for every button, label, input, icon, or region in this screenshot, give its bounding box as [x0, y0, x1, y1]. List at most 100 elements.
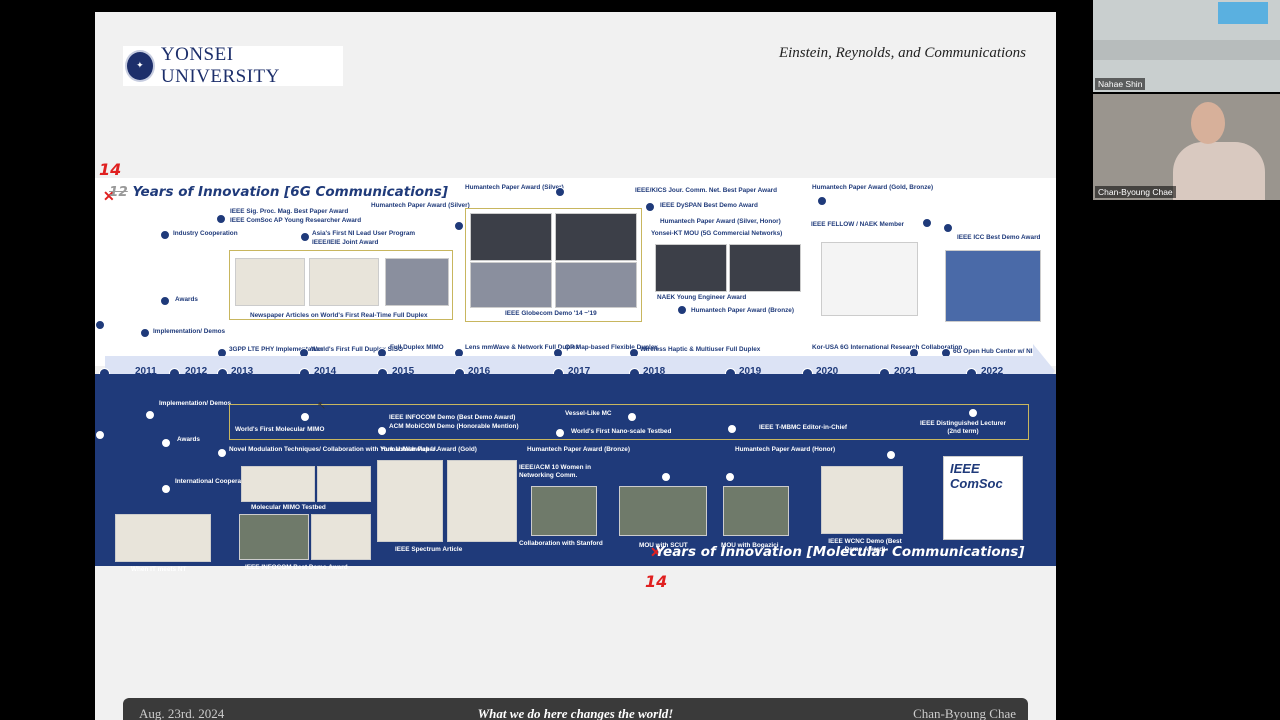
newspaper-image: [309, 258, 379, 306]
item-label: IEEE T-MBMC Editor-in-Chief: [759, 424, 848, 431]
spectrum-article: [377, 460, 443, 542]
item-label: IEEE INFOCOM Demo (Best Demo Award): [389, 414, 516, 421]
award-label: Humantech Paper Award (Silver): [371, 202, 470, 209]
stanford-photo: [531, 486, 597, 536]
caption: Newspaper Articles on World's First Real…: [250, 312, 428, 319]
category-impl: Implementation/ Demos: [153, 328, 226, 335]
mimo-testbed-photo: [317, 466, 371, 502]
award-label: IEEE FELLOW / NAEK Member: [811, 221, 905, 228]
footer-motto: What we do here changes the world!: [477, 706, 674, 720]
award-label: IEEE/IEIE Joint Award: [312, 239, 379, 246]
mimo-testbed-photo: [241, 466, 315, 502]
item-label: Humantech Paper Award (Gold): [381, 446, 477, 453]
conference-table: [1093, 40, 1280, 60]
room-screen: [1218, 2, 1268, 24]
years-new-label: 14: [99, 160, 122, 179]
category-industry: Industry Cooperation: [173, 230, 238, 237]
category-dot: [161, 438, 171, 448]
infocom-certificate: [311, 514, 371, 560]
category-dot: [160, 230, 170, 240]
icc-2022-image: [945, 250, 1041, 322]
university-name: YONSEI UNIVERSITY: [160, 44, 280, 87]
presentation-slide: ✦ YONSEI UNIVERSITY Einstein, Reynolds, …: [95, 12, 1056, 720]
item-label: Humantech Paper Award (Bronze): [527, 446, 630, 453]
fellow-portraits: [821, 242, 918, 316]
award-label: Yonsei-KT MOU (5G Commercial Networks): [651, 230, 783, 237]
participant-name: Nahae Shin: [1095, 78, 1146, 90]
impl-label: Wireless Haptic & Multiuser Full Duplex: [640, 346, 761, 353]
item-dot: [377, 426, 387, 436]
lower-panel-molecular: Implementation/ Demos Awards Internation…: [95, 374, 1056, 573]
award-label: NAEK Young Engineer Award: [657, 294, 747, 301]
award-label: Humantech Paper Award (Bronze): [691, 307, 794, 314]
upper-panel-6g: Industry Cooperation Awards Implementati…: [95, 178, 1056, 366]
globecom-photo: [555, 262, 637, 308]
mou-photo: [655, 244, 727, 292]
award-dot: [216, 214, 226, 224]
it-nt-image: [115, 514, 211, 562]
caption: IEEE Globecom Demo '14 ~'19: [505, 310, 597, 317]
comsoc-card: IEEE ComSoc: [943, 456, 1023, 540]
footer-author: Chan-Byoung Chae: [913, 706, 1016, 720]
category-dot: [161, 484, 171, 494]
award-dot: [922, 218, 932, 228]
category-dot: [160, 296, 170, 306]
award-label: IEEE DySPAN Best Demo Award: [660, 202, 758, 209]
item-label: Humantech Paper Award (Honor): [735, 446, 836, 453]
award-label: Humantech Paper Award (Gold, Bronze): [812, 184, 934, 191]
caption: IEEE Spectrum Article: [395, 546, 463, 553]
award-dot: [677, 305, 687, 315]
impl-label: 6G Open Hub Center w/ NI: [953, 348, 1033, 355]
university-logo: ✦ YONSEI UNIVERSITY: [123, 44, 343, 87]
comsoc-logo: IEEE ComSoc: [950, 461, 1003, 491]
years-crossed: 12: [109, 184, 128, 200]
participant-video-tile[interactable]: Chan-Byoung Chae: [1093, 94, 1280, 200]
caption: IEEE INFOCOM Best Demo Award: [245, 564, 348, 571]
item-label: IEEE/ACM 10 Women in Networking Comm.: [519, 464, 591, 479]
mou-photo: [729, 244, 801, 292]
years-new-label-lower: 14: [645, 572, 668, 591]
caption: When IT meets NT: [131, 566, 187, 573]
item-dot: [727, 424, 737, 434]
globecom-photo: [555, 213, 637, 261]
caption: Collaboration with Stanford: [519, 540, 603, 547]
category-dot: [140, 328, 150, 338]
category-awards-lower: Awards: [177, 436, 200, 443]
impl-label: Full Duplex MIMO: [390, 344, 444, 351]
award-label: IEEE/KICS Jour. Comm. Net. Best Paper Aw…: [635, 187, 778, 194]
scut-photo: [619, 486, 707, 536]
wcnc-photo: [821, 466, 903, 534]
caption: Molecular MIMO Testbed: [251, 504, 326, 511]
item-dot: [725, 472, 735, 482]
award-label: IEEE ICC Best Demo Award: [957, 234, 1041, 241]
participant-video-tile[interactable]: Nahae Shin: [1093, 0, 1280, 92]
slide-title: Einstein, Reynolds, and Communications: [778, 45, 1026, 61]
item-dot: [300, 412, 310, 422]
item-dot: [968, 408, 978, 418]
award-dot: [943, 223, 953, 233]
award-dot: [454, 221, 464, 231]
award-dot: [300, 232, 310, 242]
award-label: IEEE ComSoc AP Young Researcher Award: [230, 217, 362, 224]
award-dot: [645, 202, 655, 212]
award-dot: [555, 187, 565, 197]
lab-photo: [385, 258, 449, 306]
category-root-dot: [95, 430, 105, 440]
bogazici-photo: [723, 486, 789, 536]
award-label: Asia's First NI Lead User Program: [312, 230, 416, 237]
slide-footer: Aug. 23rd. 2024 What we do here changes …: [123, 698, 1028, 720]
spectrum-article: [447, 460, 517, 542]
impl-label: Kor-USA 6G International Research Collab…: [812, 344, 963, 351]
item-dot: [627, 412, 637, 422]
speaker-head: [1191, 102, 1225, 144]
globecom-photo: [470, 213, 552, 261]
infocom-photo: [239, 514, 309, 560]
item-dot: [661, 472, 671, 482]
category-awards: Awards: [175, 296, 198, 303]
item-label: World's First Nano-scale Testbed: [571, 428, 672, 435]
title-molecular: Years of Innovation [Molecular Communica…: [655, 544, 1025, 560]
item-label: ACM MobiCOM Demo (Honorable Mention): [389, 423, 519, 430]
mouse-cursor-icon: ↖: [317, 400, 327, 412]
title-6g-text: Years of Innovation [6G Communications]: [132, 184, 448, 200]
globecom-photo: [470, 262, 552, 308]
